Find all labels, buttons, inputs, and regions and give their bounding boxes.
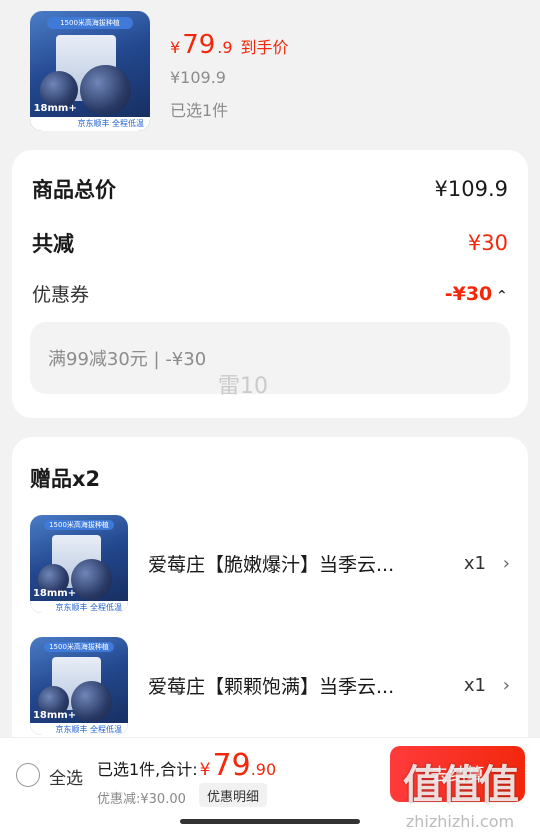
gift-qty: x1: [463, 674, 486, 696]
reduce-label: 共减: [32, 232, 74, 256]
price-block: ¥ 79 .9 到手价 ¥109.9 已选1件: [170, 30, 289, 121]
thumb-size: 18mm+: [33, 103, 77, 115]
summary-text: 已选1件,合计:: [97, 760, 198, 779]
gift-item[interactable]: 1500米高海拔种植 18mm+ 京东顺丰 全程低温 爱莓庄【脆嫩爆汁】当季云.…: [30, 513, 514, 613]
thumb-banner: 1500米高海拔种植: [43, 519, 115, 530]
chevron-up-icon[interactable]: ⌄: [496, 286, 508, 302]
original-price: ¥109.9: [170, 68, 226, 87]
price-int: 79: [182, 30, 216, 60]
discount-text: 优惠减:¥30.00: [97, 792, 186, 807]
blueberry-icon: [80, 65, 131, 116]
summary-currency: ¥: [199, 760, 211, 780]
gift-image: 1500米高海拔种植 18mm+ 京东顺丰 全程低温: [30, 515, 128, 613]
product-header: 1500米高海拔种植 18mm+ 京东顺丰 全程低温 ¥ 79 .9 到手价 ¥…: [0, 0, 540, 140]
blueberry-icon: [71, 681, 113, 723]
thumb-strip: 京东顺丰 全程低温: [30, 601, 128, 613]
gift-image: 1500米高海拔种植 18mm+ 京东顺丰 全程低温: [30, 637, 128, 735]
coupon-label: 优惠券: [32, 284, 90, 306]
product-image[interactable]: 1500米高海拔种植 18mm+ 京东顺丰 全程低温: [30, 11, 150, 131]
chevron-right-icon[interactable]: ›: [503, 553, 510, 574]
thumb-strip: 京东顺丰 全程低温: [30, 116, 150, 131]
select-all-label[interactable]: 全选: [49, 764, 83, 789]
total-summary: 已选1件,合计: ¥ 79 .90: [97, 748, 276, 783]
gift-qty: x1: [463, 552, 486, 574]
checkout-button[interactable]: 去结算: [390, 746, 525, 802]
blueberry-icon: [71, 559, 113, 601]
coupon-value-wrap[interactable]: -¥30 ⌄: [445, 283, 508, 305]
gift-name: 爱莓庄【脆嫩爆汁】当季云...: [148, 553, 395, 576]
coupon-value: -¥30: [444, 282, 493, 305]
reduce-value: ¥30: [467, 231, 508, 255]
chevron-right-icon[interactable]: ›: [503, 675, 510, 696]
gift-item[interactable]: 1500米高海拔种植 18mm+ 京东顺丰 全程低温 爱莓庄【颗颗饱满】当季云.…: [30, 635, 514, 735]
select-all-radio[interactable]: [16, 763, 40, 787]
thumb-size: 18mm+: [32, 710, 77, 722]
price-symbol: ¥: [170, 38, 181, 57]
total-row: 商品总价 ¥109.9: [32, 174, 508, 204]
final-price: ¥ 79 .9 到手价: [170, 30, 289, 60]
coupon-row[interactable]: 优惠券 -¥30 ⌄: [32, 280, 508, 307]
thumb-banner: 1500米高海拔种植: [43, 641, 115, 652]
gift-name: 爱莓庄【颗颗饱满】当季云...: [148, 675, 395, 698]
total-value: ¥109.9: [434, 177, 508, 201]
thumb-size: 18mm+: [32, 588, 77, 600]
selected-count: 已选1件: [170, 101, 229, 120]
coupon-detail: 满99减30元 | -¥30: [30, 322, 510, 394]
thumb-banner: 1500米高海拔种植: [46, 17, 134, 29]
gifts-title: 赠品x2: [30, 467, 101, 491]
total-label: 商品总价: [32, 178, 116, 202]
price-dec: .9: [217, 38, 233, 57]
price-tag: 到手价: [240, 38, 289, 57]
summary-amount: 79: [212, 748, 251, 783]
reduce-row: 共减 ¥30: [32, 228, 508, 258]
summary-amount-dec: .90: [250, 760, 277, 779]
thumb-strip: 京东顺丰 全程低温: [30, 723, 128, 735]
home-indicator: [180, 819, 360, 824]
price-summary-card: 商品总价 ¥109.9 共减 ¥30 优惠券 -¥30 ⌄ 满99减30元 | …: [12, 150, 528, 418]
discount-detail-button[interactable]: 优惠明细: [199, 783, 268, 807]
